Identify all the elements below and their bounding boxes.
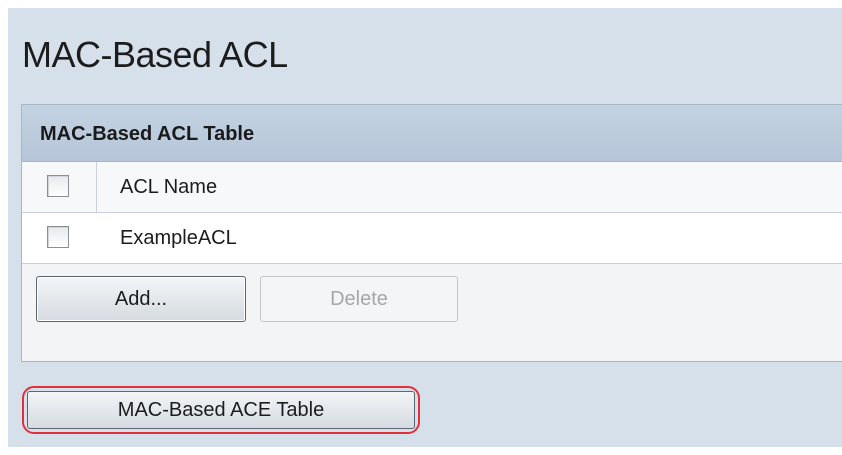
select-all-cell bbox=[22, 162, 97, 212]
row-checkbox[interactable] bbox=[47, 226, 69, 248]
column-header-row: ACL Name bbox=[22, 162, 842, 213]
select-all-checkbox[interactable] bbox=[47, 175, 69, 197]
page-container: MAC-Based ACL MAC-Based ACL Table ACL Na… bbox=[8, 8, 842, 447]
table-caption: MAC-Based ACL Table bbox=[40, 123, 255, 145]
acl-name-cell: ExampleACL bbox=[120, 227, 237, 249]
column-header-acl-name: ACL Name bbox=[120, 176, 218, 198]
ace-table-highlight: MAC-Based ACE Table bbox=[22, 386, 420, 434]
acl-table: MAC-Based ACL Table ACL Name ExampleACL … bbox=[21, 104, 842, 362]
delete-button[interactable]: Delete bbox=[260, 276, 458, 322]
mac-based-ace-table-button[interactable]: MAC-Based ACE Table bbox=[27, 391, 415, 429]
page-title: MAC-Based ACL bbox=[22, 34, 288, 75]
table-row: ExampleACL bbox=[22, 213, 842, 264]
add-button[interactable]: Add... bbox=[36, 276, 246, 322]
table-header: MAC-Based ACL Table bbox=[22, 105, 842, 162]
row-select-cell bbox=[22, 213, 96, 263]
table-button-bar: Add... Delete bbox=[22, 264, 842, 361]
